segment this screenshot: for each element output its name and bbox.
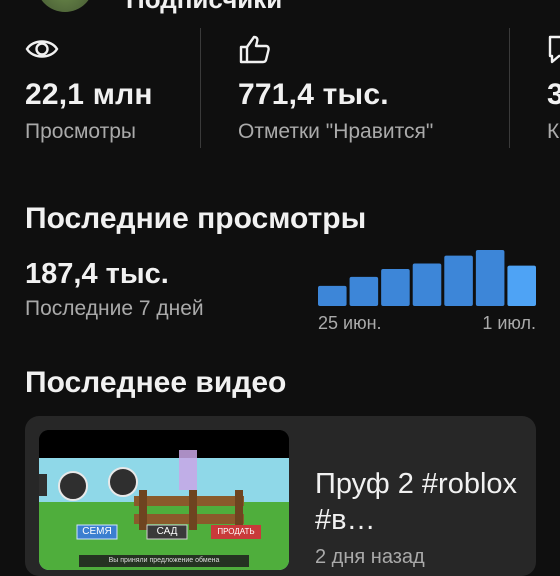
latest-video-card[interactable]: СЕМЯ САД ПРОДАТЬ Вы приняли предложение …: [25, 416, 536, 576]
stat-views-label: Просмотры: [25, 120, 136, 143]
thumb-notice: Вы приняли предложение обмена: [108, 557, 220, 564]
chart-bar-30 июн.[interactable]: [475, 250, 505, 306]
thumb-label-sell: ПРОДАТЬ: [217, 527, 255, 536]
stat-likes-label: Отметки "Нравится": [238, 120, 434, 143]
channel-avatar[interactable]: [36, 0, 94, 12]
channel-header-peek: Подписчики: [0, 0, 560, 14]
latest-video-title: Последнее видео: [25, 366, 287, 399]
recent-views-title: Последние просмотры: [25, 202, 367, 235]
stat-divider: [200, 28, 201, 148]
recent-views-value: 187,4 тыс.: [25, 258, 169, 290]
stat-comments-value: 3: [547, 78, 560, 111]
chart-tick-label: 1 июл.: [482, 313, 536, 333]
recent-views-period: Последние 7 дней: [25, 297, 204, 320]
video-thumbnail[interactable]: СЕМЯ САД ПРОДАТЬ Вы приняли предложение …: [39, 430, 289, 570]
chart-tick-label: 25 июн.: [318, 313, 382, 333]
recent-views-chart-axis: 25 июн. 1 июл.: [318, 313, 536, 337]
thumb-label-garden: САД: [156, 526, 178, 537]
chart-bar-28 июн.[interactable]: [412, 263, 442, 306]
chart-bar-29 июн.[interactable]: [444, 255, 473, 306]
channel-name: Подписчики: [126, 0, 282, 14]
chart-bar-26 июн.[interactable]: [349, 276, 379, 306]
stat-views-value: 22,1 млн: [25, 78, 153, 111]
comment-icon: [548, 35, 560, 64]
chart-bar-27 июн.[interactable]: [381, 269, 410, 306]
recent-views-chart[interactable]: [318, 250, 536, 306]
chart-bar-25 июн.[interactable]: [318, 285, 347, 306]
video-thumbnail-image: [39, 430, 289, 570]
video-title[interactable]: Пруф 2 #roblox #в…: [315, 466, 525, 538]
stat-comments-label: К: [547, 120, 560, 143]
chart-bar-1 июл.[interactable]: [507, 265, 536, 306]
eye-icon: [25, 40, 59, 58]
stat-likes-value: 771,4 тыс.: [238, 78, 389, 111]
video-meta: 2 дня назад: [315, 546, 425, 568]
stat-divider: [509, 28, 510, 148]
thumbs-up-icon: [239, 35, 270, 64]
channel-stats: 22,1 млн Просмотры 771,4 тыс. Отметки "Н…: [0, 28, 560, 158]
thumb-label-family: СЕМЯ: [82, 526, 112, 537]
